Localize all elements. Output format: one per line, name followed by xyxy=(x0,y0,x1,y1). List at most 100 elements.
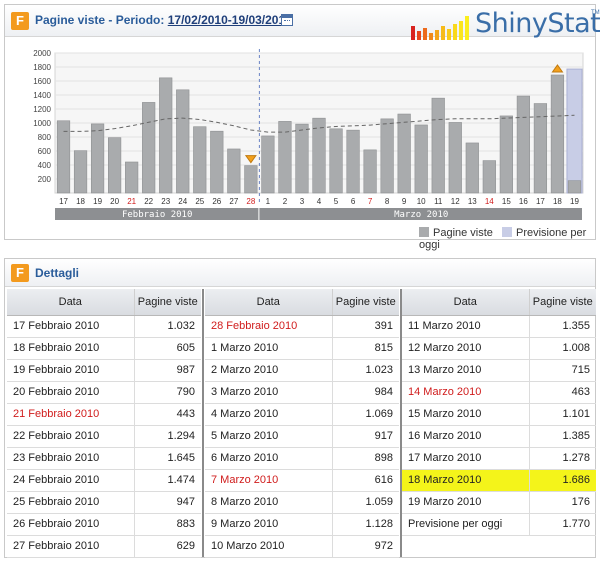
row-views: 616 xyxy=(332,469,399,492)
col-header-date: Data xyxy=(7,289,135,316)
table-row: 23 Febbraio 2010 1.645 xyxy=(7,447,201,470)
row-date: 13 Marzo 2010 xyxy=(402,359,530,382)
row-views: 463 xyxy=(529,381,596,404)
table-row: 17 Marzo 2010 1.278 xyxy=(402,447,596,470)
row-views: 1.032 xyxy=(134,315,201,338)
bar-pagine-viste xyxy=(567,180,582,194)
bar-pagine-viste xyxy=(448,122,462,194)
y-tick-label: 1600 xyxy=(33,77,51,86)
month-group-label: Febbraio 2010 xyxy=(122,210,192,220)
row-views: 1.294 xyxy=(134,425,201,448)
row-date: 10 Marzo 2010 xyxy=(205,535,333,558)
table-row: 4 Marzo 2010 1.069 xyxy=(205,403,399,426)
table-row: 2 Marzo 2010 1.023 xyxy=(205,359,399,382)
col-header-views: Pagine viste xyxy=(332,289,399,316)
table-row: 22 Febbraio 2010 1.294 xyxy=(7,425,201,448)
table-row: 18 Marzo 2010 1.686 xyxy=(402,469,596,492)
row-views: 917 xyxy=(332,425,399,448)
row-date: Previsione per oggi xyxy=(402,513,530,536)
table-row: 24 Febbraio 2010 1.474 xyxy=(7,469,201,492)
table-row: 17 Febbraio 2010 1.032 xyxy=(7,315,201,338)
x-tick-label: 19 xyxy=(570,197,579,206)
table-row: 13 Marzo 2010 715 xyxy=(402,359,596,382)
table-row: 15 Marzo 2010 1.101 xyxy=(402,403,596,426)
x-tick-label: 21 xyxy=(127,197,136,206)
bar-pagine-viste xyxy=(159,77,173,194)
table-row: 28 Febbraio 2010 391 xyxy=(205,315,399,338)
row-views: 1.474 xyxy=(134,469,201,492)
x-tick-label: 25 xyxy=(195,197,204,206)
x-tick-label: 6 xyxy=(351,197,356,206)
bar-pagine-viste xyxy=(193,126,207,194)
bar-pagine-viste xyxy=(295,123,309,194)
page-views-chart: 20040060080010001200140016001800200017 18… xyxy=(33,49,584,220)
table-row: 8 Marzo 2010 1.059 xyxy=(205,491,399,514)
y-tick-label: 1200 xyxy=(33,105,51,114)
row-views: 898 xyxy=(332,447,399,470)
chart-panel: F Pagine viste - Periodo: 17/02/2010-19/… xyxy=(4,4,600,251)
table-row: 26 Febbraio 2010 883 xyxy=(7,513,201,536)
x-tick-label: 4 xyxy=(317,197,322,206)
shinystat-logo: ShinyStat TM xyxy=(409,8,600,44)
row-date: 25 Febbraio 2010 xyxy=(7,491,135,514)
x-tick-label: 3 xyxy=(300,197,305,206)
x-tick-label: 15 xyxy=(502,197,511,206)
row-date: 7 Marzo 2010 xyxy=(205,469,333,492)
bar-pagine-viste xyxy=(397,113,411,194)
row-date: 14 Marzo 2010 xyxy=(402,381,530,404)
table-row: 5 Marzo 2010 917 xyxy=(205,425,399,448)
x-tick-label: 13 xyxy=(468,197,477,206)
x-tick-label: 1 xyxy=(266,197,271,206)
brand-name: ShinyStat xyxy=(475,8,600,39)
row-views: 1.128 xyxy=(332,513,399,536)
legend-item-views: Pagine viste xyxy=(419,227,493,239)
col-header-views: Pagine viste xyxy=(529,289,596,316)
column-divider xyxy=(202,289,204,557)
row-views: 1.770 xyxy=(529,513,596,536)
x-tick-label: 18 xyxy=(76,197,85,206)
x-tick-label: 10 xyxy=(417,197,426,206)
table-row: 25 Febbraio 2010 947 xyxy=(7,491,201,514)
legend-swatch-views xyxy=(419,227,429,237)
row-views: 987 xyxy=(134,359,201,382)
row-date: 3 Marzo 2010 xyxy=(205,381,333,404)
bar-pagine-viste xyxy=(329,128,343,194)
row-views: 1.101 xyxy=(529,403,596,426)
bar-pagine-viste xyxy=(227,148,241,194)
details-table-3: Data Pagine viste 11 Marzo 2010 1.355 12 M… xyxy=(402,289,596,536)
row-date: 24 Febbraio 2010 xyxy=(7,469,135,492)
row-views: 883 xyxy=(134,513,201,536)
table-row: 18 Febbraio 2010 605 xyxy=(7,337,201,360)
row-views: 1.069 xyxy=(332,403,399,426)
table-row: 19 Marzo 2010 176 xyxy=(402,491,596,514)
bar-pagine-viste xyxy=(380,118,394,194)
col-header-date: Data xyxy=(402,289,530,316)
bar-pagine-viste xyxy=(108,137,122,194)
shinystat-f-icon: F xyxy=(11,264,29,282)
details-panel: F Dettagli Data Pagine viste 17 Febbraio… xyxy=(4,258,596,558)
x-tick-label: 24 xyxy=(178,197,187,206)
x-tick-label: 28 xyxy=(246,197,255,206)
col-header-views: Pagine viste xyxy=(134,289,201,316)
row-date: 28 Febbraio 2010 xyxy=(205,315,333,338)
y-tick-label: 1800 xyxy=(33,63,51,72)
x-tick-label: 26 xyxy=(212,197,221,206)
chart-title: Pagine viste - Periodo: 17/02/2010-19/03… xyxy=(35,13,292,27)
forecast-bar xyxy=(566,68,583,194)
row-views: 1.355 xyxy=(529,315,596,338)
legend-swatch-forecast xyxy=(502,227,512,237)
bar-pagine-viste xyxy=(210,130,224,194)
calendar-icon[interactable] xyxy=(281,14,293,26)
row-date: 19 Febbraio 2010 xyxy=(7,359,135,382)
chart-title-prefix: Pagine viste - Periodo: xyxy=(35,13,165,27)
row-views: 605 xyxy=(134,337,201,360)
table-row: 6 Marzo 2010 898 xyxy=(205,447,399,470)
row-views: 984 xyxy=(332,381,399,404)
bar-pagine-viste xyxy=(73,150,88,194)
details-table-2: Data Pagine viste 28 Febbraio 2010 391 1 M… xyxy=(205,289,399,558)
period-link[interactable]: 17/02/2010-19/03/2010 xyxy=(168,13,292,27)
x-tick-label: 18 xyxy=(553,197,562,206)
row-date: 20 Febbraio 2010 xyxy=(7,381,135,404)
bar-pagine-viste xyxy=(346,129,360,194)
x-tick-label: 19 xyxy=(93,197,102,206)
